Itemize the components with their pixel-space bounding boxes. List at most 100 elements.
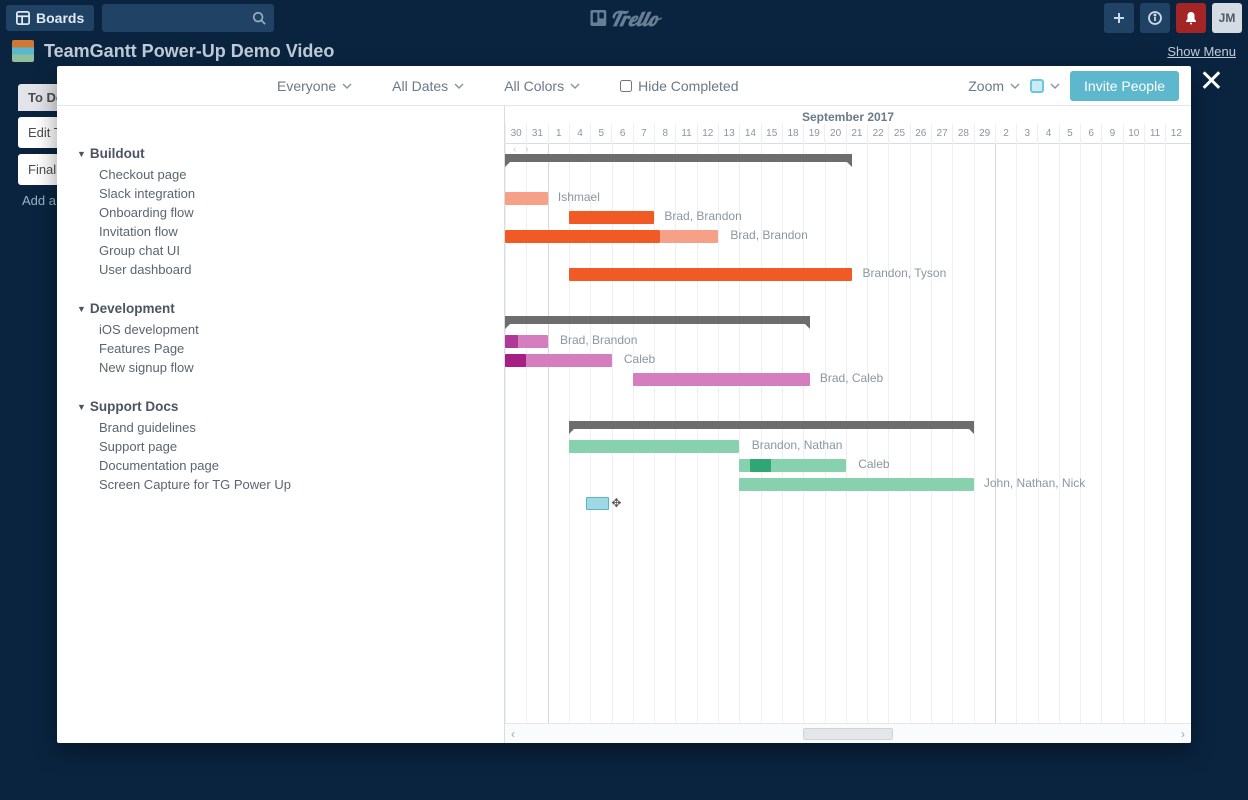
group-summary-bar xyxy=(569,421,974,429)
chevron-down-icon xyxy=(1010,81,1020,91)
scrollbar-thumb[interactable] xyxy=(803,728,893,740)
day-cell: 9 xyxy=(1101,124,1122,144)
chevron-down-icon xyxy=(1050,81,1060,91)
day-cell: 5 xyxy=(590,124,611,144)
help-button[interactable] xyxy=(1140,3,1170,33)
task-row[interactable]: Invitation flow xyxy=(57,222,504,241)
bar-assignees-label: Brad, Brandon xyxy=(664,209,741,223)
add-button[interactable] xyxy=(1104,3,1134,33)
gantt-bar[interactable] xyxy=(569,440,739,453)
day-cell: 4 xyxy=(1037,124,1058,144)
day-cell: 25 xyxy=(888,124,909,144)
day-cell: 20 xyxy=(824,124,845,144)
task-row[interactable]: New signup flow xyxy=(57,358,504,377)
chevron-down-icon xyxy=(454,81,464,91)
trello-topbar: Boards Trello JM xyxy=(0,0,1248,36)
bar-assignees-label: Brandon, Nathan xyxy=(752,438,843,452)
task-row[interactable]: Documentation page xyxy=(57,456,504,475)
board-title: TeamGantt Power-Up Demo Video xyxy=(44,41,334,62)
day-cell: 11 xyxy=(675,124,696,144)
gantt-bar[interactable] xyxy=(505,192,548,205)
day-cell: 14 xyxy=(739,124,760,144)
show-menu-link[interactable]: Show Menu xyxy=(1167,44,1236,59)
day-cell: 3 xyxy=(1016,124,1037,144)
drag-cursor-icon: ✥ xyxy=(611,496,621,510)
bar-assignees-label: Caleb xyxy=(624,352,655,366)
scroll-right-arrow[interactable]: › xyxy=(1181,727,1185,741)
task-row[interactable]: Onboarding flow xyxy=(57,203,504,222)
task-row[interactable]: Slack integration xyxy=(57,184,504,203)
filter-everyone-label: Everyone xyxy=(277,78,336,94)
gantt-bar[interactable] xyxy=(569,268,852,281)
bar-assignees-label: Brad, Caleb xyxy=(820,371,883,385)
group-header[interactable]: ▼Support Docs xyxy=(57,397,504,418)
day-cell: 13 xyxy=(718,124,739,144)
gantt-bar[interactable] xyxy=(739,478,973,491)
day-cell: 4 xyxy=(569,124,590,144)
task-row[interactable]: Checkout page xyxy=(57,165,504,184)
gantt-bar[interactable] xyxy=(505,335,518,348)
gantt-toolbar: Everyone All Dates All Colors Hide Compl… xyxy=(57,66,1191,106)
collapse-icon: ▼ xyxy=(77,304,86,314)
timeline-day-row: 3031145678111213141518192021222526272829… xyxy=(505,124,1191,144)
invite-people-button[interactable]: Invite People xyxy=(1070,71,1179,101)
gantt-modal: Everyone All Dates All Colors Hide Compl… xyxy=(57,66,1191,743)
timeline-header: September 2017 3031145678111213141518192… xyxy=(505,106,1191,144)
timeline-month: September 2017 xyxy=(505,106,1191,124)
task-row[interactable]: Brand guidelines xyxy=(57,418,504,437)
boards-button[interactable]: Boards xyxy=(6,5,94,31)
task-row[interactable]: User dashboard xyxy=(57,260,504,279)
day-cell: 27 xyxy=(931,124,952,144)
gantt-bar[interactable] xyxy=(569,211,654,224)
hide-completed-checkbox[interactable]: Hide Completed xyxy=(620,78,738,94)
filter-dates[interactable]: All Dates xyxy=(392,78,464,94)
gantt-chart-panel[interactable]: September 2017 3031145678111213141518192… xyxy=(505,106,1191,743)
day-cell: 6 xyxy=(611,124,632,144)
day-cell: 8 xyxy=(654,124,675,144)
day-cell: 31 xyxy=(526,124,547,144)
scroll-left-arrow[interactable]: ‹ xyxy=(511,727,515,741)
task-row[interactable]: Support page xyxy=(57,437,504,456)
task-row[interactable]: iOS development xyxy=(57,320,504,339)
bar-assignees-label: John, Nathan, Nick xyxy=(984,476,1085,490)
gantt-bar[interactable] xyxy=(750,459,771,472)
close-modal-button[interactable]: ✕ xyxy=(1199,64,1224,99)
group-header[interactable]: ▼Buildout xyxy=(57,144,504,165)
bar-assignees-label: Brandon, Tyson xyxy=(862,266,946,280)
hide-completed-input[interactable] xyxy=(620,80,632,92)
gantt-bar[interactable] xyxy=(633,373,810,386)
day-cell: 1 xyxy=(548,124,569,144)
zoom-dropdown[interactable]: Zoom xyxy=(968,78,1020,94)
horizontal-scrollbar[interactable]: ‹ › xyxy=(505,723,1191,743)
filter-everyone[interactable]: Everyone xyxy=(277,78,352,94)
filter-dates-label: All Dates xyxy=(392,78,448,94)
gantt-bar[interactable] xyxy=(660,230,718,243)
gantt-bar[interactable] xyxy=(505,230,660,243)
plus-icon xyxy=(1112,11,1126,25)
notifications-button[interactable] xyxy=(1176,3,1206,33)
filter-colors-label: All Colors xyxy=(504,78,564,94)
bar-assignees-label: Caleb xyxy=(858,457,889,471)
gantt-bars: Ishmael Brad, Brandon Brad, Brandon Brandon… xyxy=(505,144,1191,513)
hide-completed-label: Hide Completed xyxy=(638,78,738,94)
info-icon xyxy=(1148,11,1162,25)
gantt-bar[interactable] xyxy=(505,354,526,367)
collapse-icon: ▼ xyxy=(77,402,86,412)
bar-assignees-label: Brad, Brandon xyxy=(560,333,637,347)
task-row[interactable]: Screen Capture for TG Power Up xyxy=(57,475,504,494)
task-row[interactable]: Features Page xyxy=(57,339,504,358)
color-swatch-dropdown[interactable] xyxy=(1030,79,1060,93)
filter-colors[interactable]: All Colors xyxy=(504,78,580,94)
day-cell: 21 xyxy=(846,124,867,144)
user-avatar[interactable]: JM xyxy=(1212,3,1242,33)
day-cell: 10 xyxy=(1123,124,1144,144)
bar-assignees-label: Ishmael xyxy=(558,190,600,204)
search-input[interactable] xyxy=(102,4,274,32)
task-row[interactable]: Group chat UI xyxy=(57,241,504,260)
boards-label: Boards xyxy=(36,10,84,26)
day-cell: 12 xyxy=(697,124,718,144)
group-header[interactable]: ▼Development xyxy=(57,299,504,320)
trello-logo[interactable]: Trello xyxy=(590,6,657,31)
day-cell: 28 xyxy=(952,124,973,144)
gantt-bar[interactable] xyxy=(586,497,609,510)
